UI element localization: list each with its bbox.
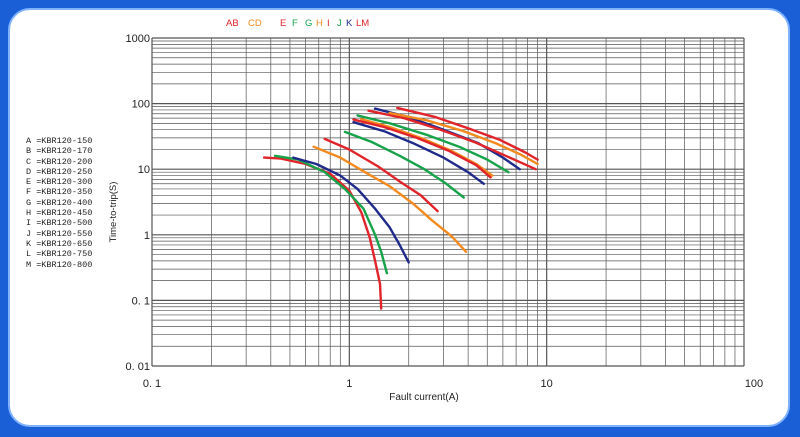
x-tick-label: 0. 1 [143, 378, 161, 390]
legend-item: L =KBR120-750 [26, 249, 93, 260]
y-tick-label: 0. 01 [126, 361, 150, 373]
curve-letters: AB CD E F G H I J K LM [226, 18, 369, 29]
legend-item: H =KBR120-450 [26, 208, 93, 219]
curve-12 [367, 109, 537, 171]
x-tick-label: 1 [346, 378, 352, 390]
time-current-chart: 0. 1 1 10 100 1000 100 10 1 0. 1 0. 01 AB CD E F G H I J… [108, 18, 764, 403]
x-tick-label: 10 [541, 378, 553, 390]
curve-letter: J [337, 18, 342, 29]
legend-item: F =KBR120-350 [26, 187, 93, 198]
y-axis-label: Time-to-trip(S) [108, 182, 119, 243]
legend-item: G =KBR120-400 [26, 197, 93, 208]
legend-item: I =KBR120-500 [26, 218, 93, 229]
curve-letter: AB [226, 18, 239, 29]
x-tick-label: 100 [745, 378, 763, 390]
legend-item: J =KBR120-550 [26, 228, 93, 239]
curve-1 [262, 156, 383, 310]
curve-letter: I [327, 18, 330, 29]
curve-letter: E [280, 18, 286, 29]
curve-3 [292, 156, 410, 264]
curve-letter: CD [248, 18, 262, 29]
legend-item: M =KBR120-800 [26, 259, 93, 270]
legend-item: E =KBR120-300 [26, 177, 93, 188]
legend-item: D =KBR120-250 [26, 166, 93, 177]
curve-letter: H [316, 18, 323, 29]
y-tick-label: 0. 1 [132, 295, 150, 307]
curve-letter: LM [356, 18, 369, 29]
legend-item: K =KBR120-650 [26, 238, 93, 249]
y-tick-label: 100 [132, 99, 150, 111]
legend-item: B =KBR120-170 [26, 146, 93, 157]
curve-letter: K [346, 18, 353, 29]
curve-letter: G [305, 18, 312, 29]
legend-item: A =KBR120-150 [26, 136, 93, 146]
legend: A =KBR120-150 B =KBR120-170 C =KBR120-200 D… [26, 136, 92, 270]
chart-grid [151, 37, 745, 367]
chart-ticks: 0. 1 1 10 100 1000 100 10 1 0. 1 0. 01 [126, 33, 764, 390]
legend-item: C =KBR120-200 [26, 156, 93, 167]
y-tick-label: 10 [138, 164, 150, 176]
y-tick-label: 1 [144, 230, 150, 242]
x-axis-label: Fault current(A) [389, 392, 458, 403]
y-tick-label: 1000 [126, 33, 150, 45]
curve-letter: F [292, 18, 298, 29]
